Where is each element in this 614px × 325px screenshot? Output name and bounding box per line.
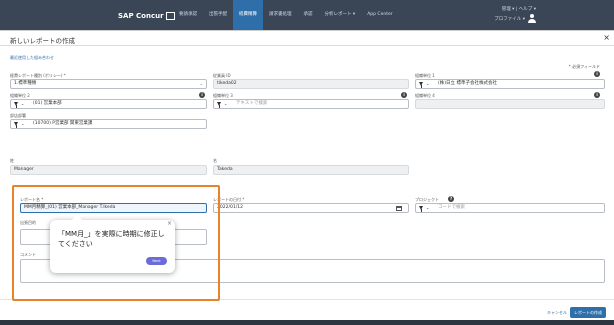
info-icon[interactable]: ? (448, 196, 454, 202)
org1-select[interactable]: ⌄ (株)日立 標準子会社株式会社 (415, 79, 605, 89)
chevron-down-icon[interactable]: ⌄ (426, 80, 429, 88)
tooltip-next-button[interactable]: Next (146, 257, 167, 265)
required-fields-note: * 必須フィールド (568, 64, 600, 69)
modal-title: 新しいレポートの作成 (10, 37, 75, 45)
close-icon[interactable]: × (603, 33, 610, 42)
nav-item-requests[interactable]: 要請承認 (173, 0, 203, 30)
profile-menu[interactable]: プロファイル ▾ (494, 15, 525, 25)
employee-id-field: tikeda02 (213, 79, 409, 89)
nav-item-reporting[interactable]: 分析レポート ▾ (319, 0, 362, 30)
project-select[interactable]: ⌄ コードで検索 (415, 203, 605, 213)
info-icon[interactable]: i (594, 92, 600, 98)
nav-menu: 要請承認 出張手配 経費精算 請求書処理 承認 分析レポート ▾ App Cen… (173, 0, 399, 30)
org3-select[interactable]: ⌄ テキストで検索 (213, 99, 409, 109)
chevron-down-icon[interactable]: ⌄ (426, 204, 429, 212)
info-icon[interactable]: i (594, 71, 600, 77)
tooltip-message: 「MM月_」を実際に時期に修正してください (58, 230, 165, 248)
filter-icon (419, 206, 423, 212)
modal-header: 新しいレポートの作成 × (0, 31, 614, 46)
department-select[interactable]: ⌄ (10700) P営業部 関東営業課 (10, 119, 207, 129)
chevron-down-icon: ⌄ (199, 81, 203, 86)
nav-item-travel[interactable]: 出張手配 (203, 0, 233, 30)
chevron-down-icon[interactable]: ⌄ (21, 100, 24, 108)
org2-select[interactable]: ⌄ (01) 営業本部 (10, 99, 207, 109)
report-date-input[interactable]: 2022/01/12 (213, 203, 409, 213)
guidance-tooltip: × 「MM月_」を実際に時期に修正してください Next (50, 214, 175, 273)
avatar-icon[interactable] (528, 14, 536, 23)
filter-icon (419, 82, 423, 88)
nav-item-approvals[interactable]: 承認 (298, 0, 319, 30)
info-icon[interactable]: i (401, 92, 407, 98)
chevron-down-icon[interactable]: ⌄ (21, 120, 24, 128)
chevron-down-icon[interactable]: ⌄ (224, 100, 227, 108)
filter-icon (14, 122, 18, 128)
nav-item-expense[interactable]: 経費精算 (233, 0, 263, 30)
background-strip (0, 320, 614, 325)
filter-icon (14, 102, 18, 108)
top-nav: SAP Concur 要請承認 出張手配 経費精算 請求書処理 承認 分析レポー… (0, 0, 614, 30)
calendar-icon[interactable] (396, 206, 402, 211)
cancel-button[interactable]: キャンセル (547, 308, 567, 318)
info-icon[interactable]: i (199, 92, 205, 98)
tooltip-close-icon[interactable]: × (167, 220, 172, 227)
policy-select[interactable]: 1.標準種類 ⌄ (10, 79, 207, 89)
nav-item-app-center[interactable]: App Center (361, 0, 398, 30)
last-name-field: Manager (10, 165, 207, 175)
filter-icon (217, 102, 221, 108)
concur-logo[interactable]: SAP Concur (118, 12, 175, 20)
org4-field (415, 99, 605, 109)
tooltip-arrow (72, 214, 82, 220)
nav-item-invoice[interactable]: 請求書処理 (263, 0, 298, 30)
first-name-label: 名 (213, 158, 217, 163)
create-report-button[interactable]: レポートの作成 (570, 307, 606, 318)
recent-combinations-link[interactable]: 最近使用した組み合わせ (10, 55, 54, 61)
last-name-label: 姓 (10, 158, 14, 163)
first-name-field: Takeda (213, 165, 409, 175)
